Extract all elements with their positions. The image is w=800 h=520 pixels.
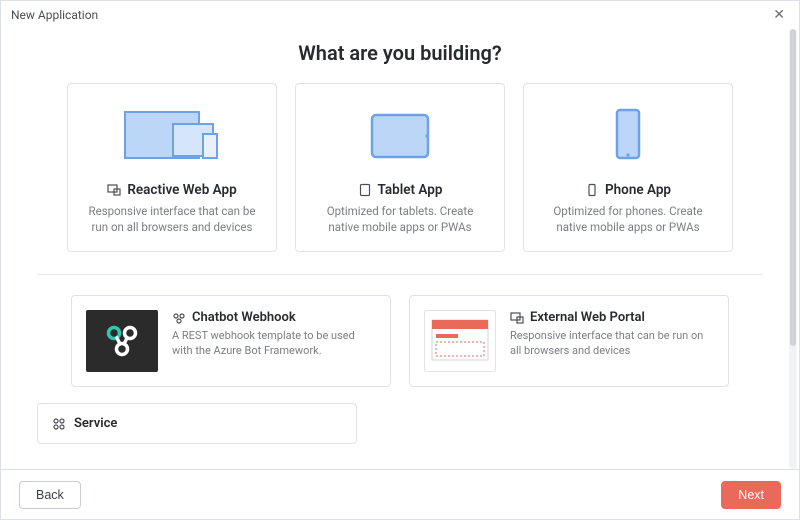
- phone-illustration: [603, 102, 653, 172]
- tablet-icon: [358, 183, 372, 197]
- card-desc: Optimized for phones. Create native mobi…: [540, 204, 716, 235]
- card-title: Chatbot Webhook: [192, 310, 296, 325]
- card-reactive-web-app[interactable]: Reactive Web App Responsive interface th…: [67, 83, 277, 252]
- card-external-web-portal[interactable]: External Web Portal Responsive interface…: [409, 295, 729, 387]
- card-title: External Web Portal: [530, 310, 645, 325]
- card-desc: Responsive interface that can be run on …: [84, 204, 260, 235]
- close-icon[interactable]: ✕: [769, 5, 789, 25]
- back-button[interactable]: Back: [19, 481, 81, 509]
- wide-card-row: Chatbot Webhook A REST webhook template …: [37, 295, 763, 387]
- card-service[interactable]: Service: [37, 403, 357, 444]
- card-title-row: Tablet App: [358, 182, 443, 198]
- phone-icon: [585, 183, 599, 197]
- card-phone-app[interactable]: Phone App Optimized for phones. Create n…: [523, 83, 733, 252]
- footer: Back Next: [1, 469, 799, 519]
- card-desc: A REST webhook template to be used with …: [172, 329, 376, 359]
- reactive-web-app-illustration: [117, 102, 227, 172]
- next-button[interactable]: Next: [721, 481, 781, 509]
- window-title: New Application: [11, 8, 98, 22]
- card-title-row: Phone App: [585, 182, 671, 198]
- scrollbar-thumb[interactable]: [790, 29, 796, 346]
- bottom-card-row: Service: [37, 403, 763, 444]
- card-title: Reactive Web App: [127, 182, 236, 198]
- responsive-icon: [107, 183, 121, 197]
- card-title-row: External Web Portal: [510, 310, 714, 325]
- card-title-row: Chatbot Webhook: [172, 310, 376, 325]
- card-title: Tablet App: [378, 182, 443, 198]
- titlebar: New Application ✕: [1, 1, 799, 29]
- card-title: Phone App: [605, 182, 671, 198]
- card-body: Chatbot Webhook A REST webhook template …: [172, 310, 376, 359]
- card-body: External Web Portal Responsive interface…: [510, 310, 714, 359]
- chatbot-thumbnail: [86, 310, 158, 372]
- scrollbar-track[interactable]: [789, 29, 797, 469]
- card-title: Service: [74, 416, 117, 431]
- separator: [37, 274, 763, 275]
- portal-thumbnail: [424, 310, 496, 372]
- card-chatbot-webhook[interactable]: Chatbot Webhook A REST webhook template …: [71, 295, 391, 387]
- card-title-row: Reactive Web App: [107, 182, 236, 198]
- content-area: What are you building? Re: [1, 29, 799, 469]
- webhook-icon: [172, 311, 186, 325]
- page-title: What are you building?: [37, 41, 763, 65]
- responsive-icon: [510, 311, 524, 325]
- tablet-illustration: [360, 102, 440, 172]
- card-desc: Responsive interface that can be run on …: [510, 329, 714, 359]
- new-application-modal: New Application ✕ What are you building?: [0, 0, 800, 520]
- card-tablet-app[interactable]: Tablet App Optimized for tablets. Create…: [295, 83, 505, 252]
- service-icon: [52, 417, 66, 431]
- top-card-row: Reactive Web App Responsive interface th…: [37, 83, 763, 252]
- card-desc: Optimized for tablets. Create native mob…: [312, 204, 488, 235]
